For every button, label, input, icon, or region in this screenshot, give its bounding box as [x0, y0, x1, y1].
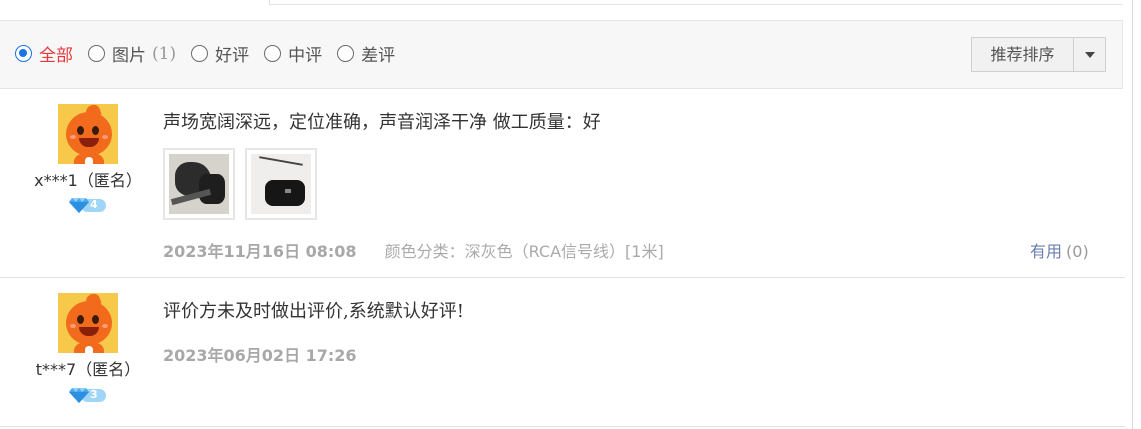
review-text: 声场宽阔深远，定位准确，声音润泽干净 做工质量：好 [163, 112, 601, 133]
reviewer-id: x***1 [34, 171, 78, 190]
radio-unchecked-icon [191, 45, 209, 62]
reviewer-name: x***1（匿名） [0, 167, 176, 191]
reviewer-name: t***7（匿名） [0, 356, 176, 380]
filter-images-label: 图片 [112, 46, 146, 66]
avatar [58, 293, 118, 353]
member-level-number: 3 [90, 388, 98, 401]
radio-unchecked-icon [337, 45, 355, 62]
filter-images-count: (1) [152, 43, 177, 64]
reviewer-id: t***7 [35, 360, 77, 379]
review-images [163, 148, 327, 220]
product-spec: 颜色分类：深灰色（RCA信号线）[1米] [384, 242, 664, 261]
member-level-badge: 4 [69, 197, 106, 213]
review-filter-bar: 全部 图片 (1) 好评 中评 差评 推荐排序 [0, 20, 1123, 89]
filter-all-radio[interactable]: 全部 [15, 41, 73, 66]
review-image-thumbnail[interactable] [245, 148, 317, 220]
review-meta: 2023年06月02日 17:26 [163, 342, 357, 366]
review-meta: 2023年11月16日 08:08 颜色分类：深灰色（RCA信号线）[1米] [163, 238, 664, 262]
member-level-badge: 3 [69, 387, 106, 403]
filter-images-radio[interactable]: 图片 (1) [88, 41, 176, 66]
anonymous-tag: （匿名） [77, 171, 142, 190]
review-item: t***7（匿名） 3 评价方未及时做出评价,系统默认好评! 2023年06月0… [0, 278, 1125, 427]
sort-dropdown-toggle[interactable] [1074, 38, 1105, 71]
review-date: 2023年06月02日 17:26 [163, 346, 357, 365]
filter-positive-label: 好评 [215, 46, 250, 66]
radio-unchecked-icon [264, 45, 282, 62]
filter-radio-group: 全部 图片 (1) 好评 中评 差评 [15, 41, 410, 66]
filter-positive-radio[interactable]: 好评 [191, 41, 249, 66]
product-photo-cables [169, 154, 229, 214]
radio-checked-icon [15, 45, 32, 62]
tab-active-segment [16, 0, 269, 6]
member-level-number: 4 [90, 198, 98, 211]
review-text: 评价方未及时做出评价,系统默认好评! [163, 301, 464, 322]
radio-unchecked-icon [88, 45, 105, 62]
sort-dropdown[interactable]: 推荐排序 [971, 37, 1106, 72]
chevron-down-icon [1084, 51, 1095, 58]
filter-all-label: 全部 [39, 46, 73, 66]
review-date: 2023年11月16日 08:08 [163, 242, 357, 261]
tab-border-segment [269, 0, 1123, 5]
useful-count: (0) [1066, 242, 1089, 261]
avatar [58, 104, 118, 164]
review-item: x***1（匿名） 4 声场宽阔深远，定位准确，声音润泽干净 做工质量：好 20… [0, 89, 1125, 278]
scroll-edge-divider [1132, 0, 1133, 429]
filter-neutral-label: 中评 [288, 46, 323, 66]
filter-neutral-radio[interactable]: 中评 [264, 41, 322, 66]
filter-negative-label: 差评 [361, 46, 396, 66]
product-photo-black-box [251, 154, 311, 214]
filter-negative-radio[interactable]: 差评 [337, 41, 395, 66]
anonymous-tag: （匿名） [76, 360, 141, 379]
review-image-thumbnail[interactable] [163, 148, 235, 220]
useful-button[interactable]: 有用 (0) [1030, 238, 1089, 262]
top-tab-strip [0, 0, 1141, 6]
useful-label: 有用 [1030, 242, 1063, 261]
sort-dropdown-label[interactable]: 推荐排序 [972, 38, 1074, 71]
